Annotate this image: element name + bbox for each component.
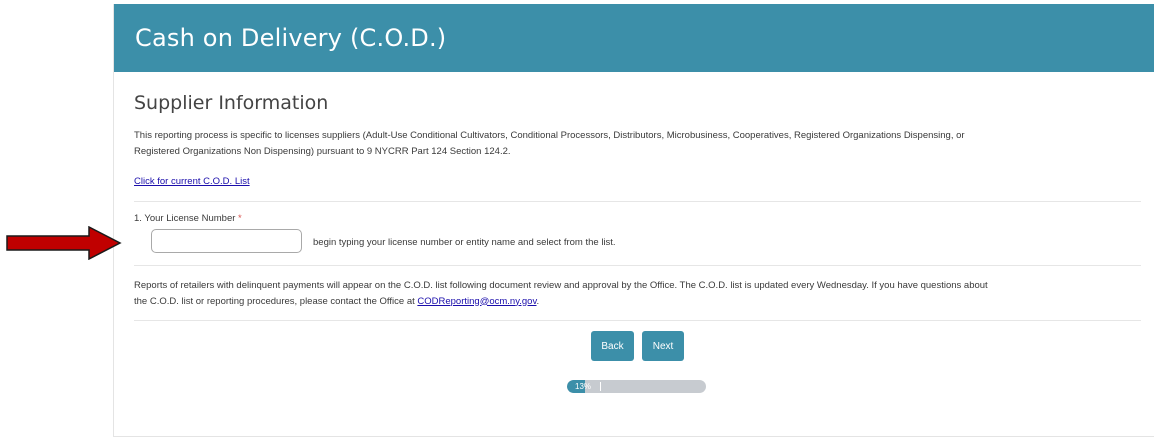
- next-button[interactable]: Next: [642, 331, 684, 361]
- back-button[interactable]: Back: [591, 331, 634, 361]
- license-number-help-text: begin typing your license number or enti…: [313, 237, 616, 248]
- red-arrow-icon: [6, 226, 122, 260]
- cod-reporting-email-link[interactable]: CODReporting@ocm.ny.gov: [417, 296, 536, 307]
- divider: [134, 201, 1141, 202]
- notice-line-2-suffix: .: [536, 295, 540, 307]
- page-title: Cash on Delivery (C.O.D.): [135, 24, 447, 52]
- notice-text: Reports of retailers with delinquent pay…: [134, 278, 1144, 309]
- divider: [134, 265, 1141, 266]
- required-marker: *: [238, 213, 242, 224]
- cod-list-link[interactable]: Click for current C.O.D. List: [134, 176, 250, 187]
- intro-line-1: This reporting process is specific to li…: [134, 130, 965, 141]
- section-title: Supplier Information: [134, 92, 329, 114]
- license-number-label-text: 1. Your License Number: [134, 213, 236, 224]
- progress-bar: 13%: [567, 380, 706, 393]
- notice-line-2-prefix: the C.O.D. list or reporting procedures,…: [134, 295, 418, 307]
- progress-bar-divider: [600, 382, 601, 391]
- notice-line-1: Reports of retailers with delinquent pay…: [134, 280, 988, 291]
- license-number-label: 1. Your License Number *: [134, 213, 242, 224]
- progress-label: 13%: [575, 382, 592, 391]
- page-header: Cash on Delivery (C.O.D.): [114, 4, 1154, 72]
- form-card: Cash on Delivery (C.O.D.) Supplier Infor…: [113, 4, 1154, 437]
- license-number-input[interactable]: [151, 229, 302, 253]
- intro-text: This reporting process is specific to li…: [134, 128, 1134, 159]
- arrow-shape: [6, 226, 122, 260]
- intro-line-2: Registered Organizations Non Dispensing)…: [134, 145, 511, 157]
- divider: [134, 320, 1141, 321]
